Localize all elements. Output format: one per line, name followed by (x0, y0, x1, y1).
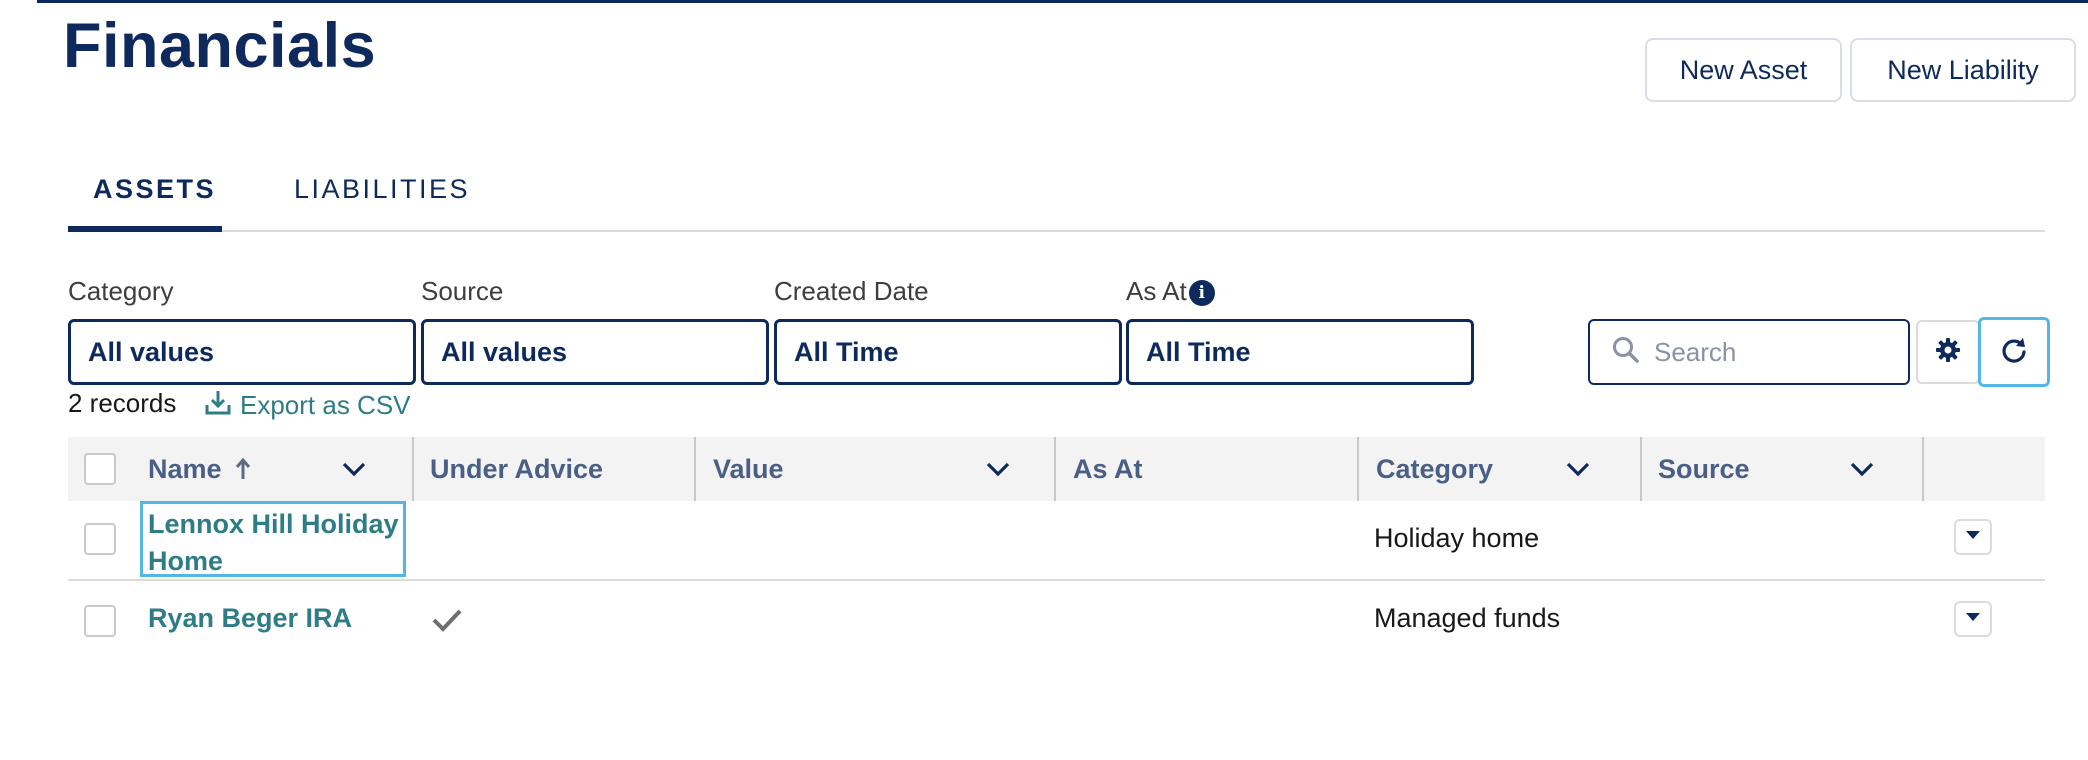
as-at-filter-label: As At i (1126, 276, 1215, 307)
chevron-down-icon (1964, 610, 1982, 628)
created-date-filter-label: Created Date (774, 276, 929, 306)
select-all-checkbox[interactable] (84, 453, 116, 485)
chevron-down-icon[interactable] (984, 455, 1012, 488)
check-icon (430, 605, 464, 640)
refresh-button[interactable] (1978, 317, 2050, 387)
column-divider[interactable] (1640, 437, 1642, 501)
row-actions-button[interactable] (1954, 519, 1992, 555)
page-title: Financials (63, 11, 377, 81)
category-filter-label: Category (68, 276, 174, 306)
column-label-name: Name (148, 453, 222, 484)
tab-liabilities[interactable]: LIABILITIES (294, 174, 470, 205)
chevron-down-icon[interactable] (340, 455, 368, 488)
column-divider[interactable] (412, 437, 414, 501)
tab-bar: ASSETS LIABILITIES (68, 160, 2045, 232)
table-header: Name Under Advice Value As At Category S… (68, 437, 2045, 501)
search-box (1588, 319, 1910, 385)
row-actions-button[interactable] (1954, 601, 1992, 637)
created-date-filter[interactable]: All Time (774, 319, 1122, 385)
record-name-link[interactable]: Ryan Beger IRA (148, 603, 352, 634)
table-row: Lennox Hill Holiday Home Holiday home (68, 501, 2045, 581)
source-filter-label: Source (421, 276, 504, 306)
source-filter[interactable]: All values (421, 319, 769, 385)
refresh-icon (1999, 335, 2029, 370)
as-at-filter[interactable]: All Time (1126, 319, 1474, 385)
column-header-under-advice[interactable]: Under Advice (430, 437, 603, 501)
new-asset-button[interactable]: New Asset (1645, 38, 1842, 102)
record-name-link[interactable]: Lennox Hill Holiday Home (140, 501, 406, 577)
arrow-up-icon (234, 457, 252, 481)
category-filter[interactable]: All values (68, 319, 416, 385)
category-cell: Managed funds (1374, 603, 1561, 633)
new-liability-button[interactable]: New Liability (1850, 38, 2076, 102)
column-header-category[interactable]: Category (1376, 437, 1493, 501)
column-header-name[interactable]: Name (148, 437, 252, 501)
column-divider[interactable] (1054, 437, 1056, 501)
search-input[interactable] (1654, 336, 1884, 368)
financials-table: Name Under Advice Value As At Category S… (68, 437, 2045, 657)
chevron-down-icon (1964, 528, 1982, 546)
export-csv-link[interactable]: Export as CSV (204, 388, 411, 423)
column-header-value[interactable]: Value (713, 437, 784, 501)
tab-assets[interactable]: ASSETS (93, 174, 216, 205)
record-name-line: Lennox Hill Holiday (148, 509, 399, 539)
export-csv-label: Export as CSV (240, 390, 411, 420)
active-tab-indicator (68, 226, 222, 232)
column-header-as-at[interactable]: As At (1073, 437, 1143, 501)
top-border (37, 0, 2088, 3)
row-checkbox[interactable] (84, 523, 116, 555)
row-checkbox[interactable] (84, 605, 116, 637)
column-divider[interactable] (1922, 437, 1924, 501)
column-header-source[interactable]: Source (1658, 437, 1750, 501)
record-count: 2 records (68, 388, 177, 418)
settings-button[interactable] (1916, 320, 1980, 384)
chevron-down-icon[interactable] (1848, 455, 1876, 488)
column-divider[interactable] (694, 437, 696, 501)
table-row: Ryan Beger IRA Managed funds (68, 581, 2045, 657)
as-at-label-text: As At (1126, 276, 1187, 306)
search-icon (1612, 336, 1640, 369)
category-cell: Holiday home (1374, 523, 1540, 553)
chevron-down-icon[interactable] (1564, 455, 1592, 488)
info-icon[interactable]: i (1188, 280, 1215, 307)
record-name-line: Home (148, 546, 224, 576)
gear-icon (1934, 336, 1962, 369)
column-divider[interactable] (1357, 437, 1359, 501)
download-icon (204, 388, 240, 423)
